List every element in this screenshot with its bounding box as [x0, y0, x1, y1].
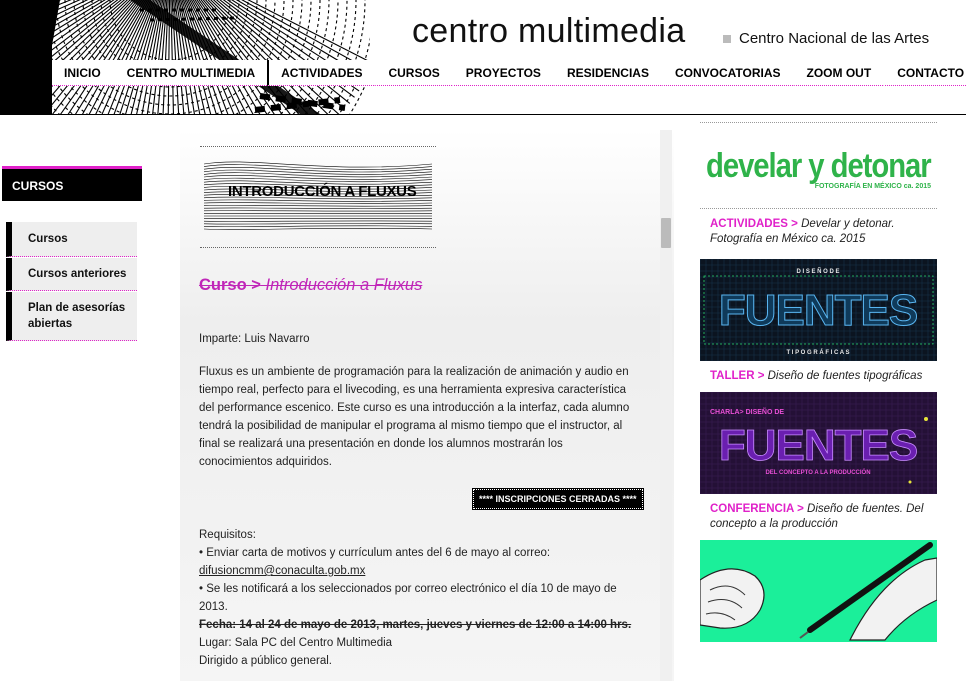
- title-separator: [723, 35, 731, 43]
- nav-item-contacto[interactable]: CONTACTO: [883, 60, 966, 86]
- nav-item-residencias[interactable]: RESIDENCIAS: [552, 60, 661, 86]
- promo-caption-actividades[interactable]: ACTIVIDADES > Develar y detonar. Fotogra…: [700, 209, 937, 255]
- requirements-block: Requisitos: • Enviar carta de motivos y …: [199, 526, 639, 616]
- promo-category[interactable]: TALLER >: [710, 370, 764, 382]
- course-name: Introducción a Fluxus: [265, 276, 423, 294]
- promo-banner-conferencia[interactable]: CHARLA> DISEÑO DE FUENTES DEL CONCEPTO A…: [700, 392, 937, 494]
- banner-top-text: D I S E Ñ O D E: [796, 268, 839, 275]
- nav-item-zoom-out[interactable]: ZOOM OUT: [792, 60, 884, 86]
- nav-item-convocatorias[interactable]: CONVOCATORIAS: [660, 60, 793, 86]
- scrollbar[interactable]: [660, 130, 672, 681]
- sidebar-menu: Cursos Cursos anteriores Plan de asesorí…: [6, 222, 137, 342]
- banner-bottom-text: DEL CONCEPTO A LA PRODUCCIÓN: [765, 468, 870, 476]
- site-subtitle[interactable]: Centro Nacional de las Artes: [739, 30, 929, 47]
- instructor-text: Imparte: Luis Navarro: [199, 333, 310, 345]
- nav-item-centro-multimedia[interactable]: CENTRO MULTIMEDIA: [112, 60, 268, 86]
- email-link[interactable]: difusioncmm@conaculta.gob.mx: [199, 565, 365, 577]
- requirements-label: Requisitos:: [199, 529, 256, 541]
- promo-category[interactable]: ACTIVIDADES >: [710, 218, 798, 230]
- divider: [200, 247, 436, 248]
- course-place: Lugar: Sala PC del Centro Multimedia: [199, 637, 393, 649]
- right-column: develar y detonar FOTOGRAFÍA EN MÉXICO c…: [700, 122, 937, 642]
- scrollbar-thumb[interactable]: [661, 218, 671, 248]
- scrollbar-track[interactable]: [660, 130, 672, 681]
- promo-title[interactable]: develar y detonar: [700, 149, 932, 183]
- status-badge: **** INSCRIPCIONES CERRADAS ****: [472, 488, 644, 510]
- site-title[interactable]: centro multimedia: [412, 12, 685, 51]
- course-audience: Dirigido a público general.: [199, 655, 332, 667]
- nav-item-actividades[interactable]: ACTIVIDADES: [267, 60, 375, 86]
- sidebar-title: CURSOS: [2, 166, 142, 201]
- header-artwork: [0, 0, 370, 114]
- divider: [200, 146, 436, 147]
- divider: [700, 122, 937, 123]
- requirement-item: • Se les notificará a los seleccionados …: [199, 583, 617, 613]
- nav-item-inicio[interactable]: INICIO: [52, 60, 113, 86]
- nav-item-proyectos[interactable]: PROYECTOS: [451, 60, 553, 86]
- banner-main-text: FUENTES: [719, 421, 917, 470]
- banner-main-text: FUENTES: [719, 286, 917, 335]
- promo-caption-taller[interactable]: TALLER > Diseño de fuentes tipográficas: [700, 361, 937, 392]
- course-description: Fluxus es un ambiente de programación pa…: [199, 366, 630, 468]
- promo-banner-taller[interactable]: D I S E Ñ O D E FUENTES T I P O G R Á F …: [700, 259, 937, 361]
- banner-bottom-text: T I P O G R Á F I C A S: [786, 349, 849, 356]
- course-banner-text: INTRODUCCIÓN A FLUXUS: [228, 183, 417, 200]
- main-content: INTRODUCCIÓN A FLUXUS Curso > Introducci…: [180, 130, 674, 681]
- promo-caption-conferencia[interactable]: CONFERENCIA > Diseño de fuentes. Del con…: [700, 494, 937, 540]
- course-category-link[interactable]: Curso >: [199, 276, 261, 294]
- nav-item-cursos[interactable]: CURSOS: [374, 60, 452, 86]
- sidebar-item-plan-asesorias[interactable]: Plan de asesorías abiertas: [6, 292, 137, 341]
- sidebar-item-cursos-anteriores[interactable]: Cursos anteriores: [6, 258, 137, 291]
- requirement-item: • Enviar carta de motivos y currículum a…: [199, 547, 551, 559]
- sidebar-item-cursos[interactable]: Cursos: [6, 222, 137, 257]
- promo-category[interactable]: CONFERENCIA >: [710, 503, 804, 515]
- main-nav: INICIO CENTRO MULTIMEDIA ACTIVIDADES CUR…: [52, 60, 966, 86]
- course-date: Fecha: 14 al 24 de mayo de 2013, martes,…: [199, 619, 632, 631]
- promo-text[interactable]: Diseño de fuentes tipográficas: [768, 370, 923, 382]
- site-header: centro multimedia Centro Nacional de las…: [0, 0, 966, 115]
- promo-banner-image[interactable]: [700, 540, 937, 642]
- banner-top-text: CHARLA> DISEÑO DE: [710, 407, 784, 416]
- course-heading: Curso > Introducción a Fluxus: [199, 276, 422, 295]
